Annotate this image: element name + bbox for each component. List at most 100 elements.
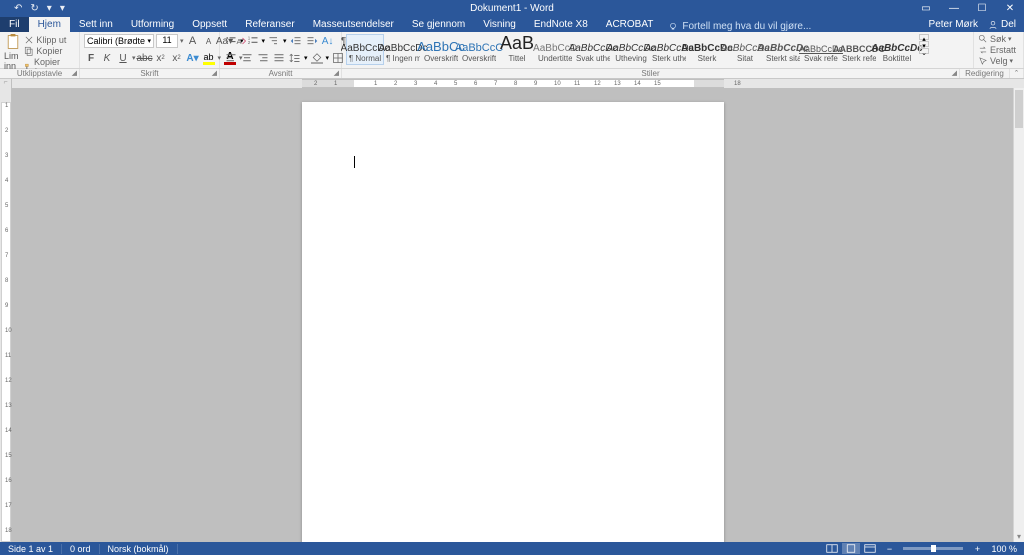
font-dialog-launcher[interactable]: ◢ (212, 69, 217, 77)
redo-icon[interactable]: ↻ (30, 3, 38, 14)
numbering-button[interactable]: 12 (246, 34, 260, 48)
scroll-down-icon[interactable]: ▾ (1014, 532, 1024, 542)
share-icon (988, 20, 998, 30)
tab-oppsett[interactable]: Oppsett (183, 17, 236, 32)
styles-dialog-launcher[interactable]: ◢ (952, 69, 957, 77)
horizontal-ruler[interactable]: ⌐ 211234567891011121314151718 (0, 79, 1024, 88)
cut-button[interactable]: Klipp ut (24, 35, 75, 45)
vertical-ruler[interactable]: 123456789101112131415161718 (0, 88, 12, 542)
style-label: Overskrift 1 (424, 54, 458, 63)
vruler-tick: 17 (5, 503, 12, 509)
font-size-combo[interactable]: 11 (156, 34, 178, 48)
vertical-scrollbar[interactable]: ▴ ▾ (1013, 88, 1024, 542)
style-item[interactable]: AaBbCcDcBoktittel (878, 34, 916, 65)
tab-referanser[interactable]: Referanser (236, 17, 303, 32)
minimize-button[interactable]: — (940, 3, 968, 14)
bucket-icon (311, 53, 323, 62)
italic-button[interactable]: K (100, 51, 114, 65)
text-effects-button[interactable]: A▾ (186, 51, 200, 65)
style-label: Tittel (500, 54, 534, 63)
status-words[interactable]: 0 ord (62, 544, 100, 554)
ribbon-options-icon[interactable]: ▭ (912, 3, 940, 14)
collapse-ribbon-button[interactable]: ˆ (1010, 69, 1024, 78)
zoom-level[interactable]: 100 % (987, 544, 1021, 554)
underline-button[interactable]: U (116, 51, 130, 65)
numbering-dropdown-icon[interactable]: ▾ (262, 37, 266, 45)
replace-button[interactable]: Erstatt (978, 45, 1016, 55)
align-right-button[interactable] (256, 51, 270, 65)
undo-icon[interactable]: ↶ (14, 3, 22, 14)
tab-hjem[interactable]: Hjem (29, 17, 70, 32)
sort-button[interactable]: A↓ (321, 34, 335, 48)
scroll-thumb[interactable] (1015, 90, 1023, 128)
tab-se-gjennom[interactable]: Se gjennom (403, 17, 474, 32)
multilevel-list-button[interactable] (267, 34, 281, 48)
zoom-out-button[interactable]: − (880, 543, 898, 554)
clipboard-dialog-launcher[interactable]: ◢ (72, 69, 77, 77)
style-label: Sterk (690, 54, 724, 63)
zoom-thumb[interactable] (931, 545, 936, 552)
copy-button[interactable]: Kopier (24, 46, 75, 56)
maximize-button[interactable]: ☐ (968, 3, 996, 14)
increase-indent-button[interactable] (305, 34, 319, 48)
tab-endnote-x8[interactable]: EndNote X8 (525, 17, 597, 32)
line-spacing-dropdown-icon[interactable]: ▾ (304, 54, 308, 62)
group-styles: AaBbCcDc¶ NormalAaBbCcDc¶ Ingen m...AaBb… (342, 32, 974, 68)
close-button[interactable]: ✕ (996, 3, 1024, 14)
decrease-indent-button[interactable] (289, 34, 303, 48)
align-left-button[interactable] (224, 51, 238, 65)
highlight-button[interactable]: ab (202, 52, 216, 65)
tab-masseutsendelser[interactable]: Masseutsendelser (304, 17, 403, 32)
user-name[interactable]: Peter Mørk (929, 19, 978, 30)
tab-visning[interactable]: Visning (474, 17, 525, 32)
view-print-button[interactable] (842, 543, 860, 554)
underline-dropdown-icon[interactable]: ▾ (132, 54, 136, 62)
shrink-font-button[interactable]: A (202, 34, 216, 48)
ruler-tick: 13 (614, 81, 621, 87)
tab-utforming[interactable]: Utforming (122, 17, 183, 32)
style-item[interactable]: AaBbCcDcSterkt sitat (764, 34, 802, 65)
ruler-tick: 8 (514, 81, 517, 87)
select-button[interactable]: Velg▾ (978, 56, 1016, 66)
vruler-tick: 15 (5, 453, 12, 459)
styles-more-button[interactable]: ▴▾⌄ (919, 34, 929, 54)
vruler-tick: 11 (5, 353, 11, 359)
tell-me[interactable]: Fortell meg hva du vil gjøre... (668, 21, 811, 32)
line-spacing-button[interactable] (288, 51, 302, 65)
page[interactable] (302, 102, 724, 542)
bold-button[interactable]: F (84, 51, 98, 65)
strikethrough-button[interactable]: abc (138, 51, 152, 65)
view-read-button[interactable] (823, 543, 841, 554)
paragraph-dialog-launcher[interactable]: ◢ (334, 69, 339, 77)
grow-font-button[interactable]: A (186, 34, 200, 48)
bullets-dropdown-icon[interactable]: ▾ (240, 37, 244, 45)
bullets-button[interactable] (224, 34, 238, 48)
shading-button[interactable] (310, 53, 324, 64)
style-item[interactable]: AaBTittel (498, 34, 536, 65)
status-language[interactable]: Norsk (bokmål) (100, 544, 178, 554)
qat-customize-icon[interactable]: ▾ (60, 3, 65, 14)
zoom-slider[interactable] (903, 547, 963, 550)
find-button[interactable]: Søk▾ (978, 34, 1016, 44)
tab-acrobat[interactable]: ACROBAT (597, 17, 663, 32)
font-name-combo[interactable]: Calibri (Brødte▾ (84, 34, 154, 48)
tab-file[interactable]: Fil (0, 17, 29, 32)
font-size-dropdown-icon[interactable]: ▾ (180, 37, 184, 45)
style-label: ¶ Ingen m... (386, 54, 420, 63)
view-web-button[interactable] (861, 543, 879, 554)
status-page[interactable]: Side 1 av 1 (0, 544, 62, 554)
align-center-button[interactable] (240, 51, 254, 65)
style-label: Boktittel (880, 54, 914, 63)
shading-dropdown-icon[interactable]: ▾ (326, 54, 330, 62)
ruler-tick: 3 (414, 81, 417, 87)
touch-mode-icon[interactable]: ▾ (47, 3, 52, 14)
justify-button[interactable] (272, 51, 286, 65)
style-item[interactable]: AaBbCcCOverskrift 2 (460, 34, 498, 65)
tab-sett-inn[interactable]: Sett inn (70, 17, 122, 32)
zoom-in-button[interactable]: + (968, 543, 986, 554)
multilevel-dropdown-icon[interactable]: ▾ (283, 37, 287, 45)
superscript-button[interactable]: x2 (170, 51, 184, 65)
share-button[interactable]: Del (988, 19, 1016, 30)
subscript-button[interactable]: x2 (154, 51, 168, 65)
group-clipboard: Lim inn ▾ Klipp ut Kopier Kopier format (0, 32, 80, 68)
